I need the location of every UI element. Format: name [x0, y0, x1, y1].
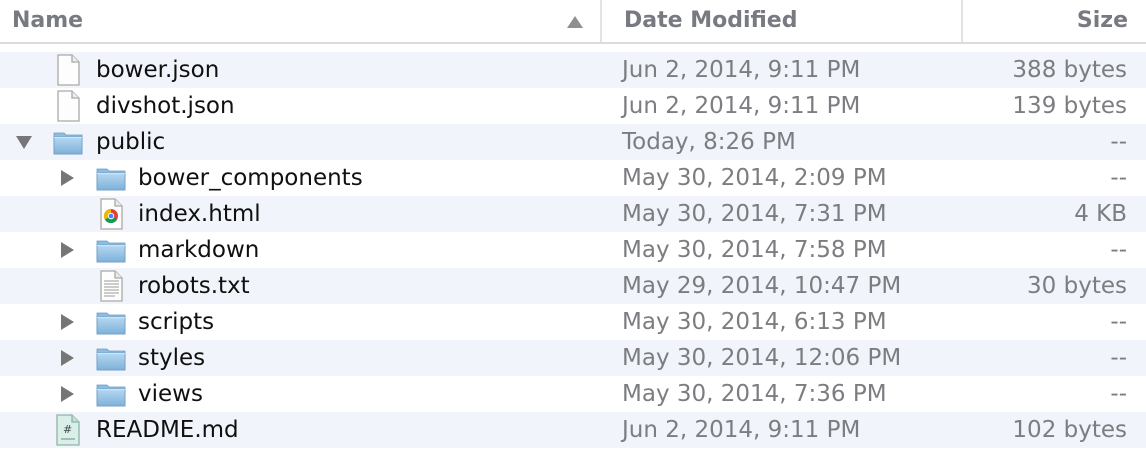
- item-name: divshot.json: [96, 93, 235, 119]
- item-size: --: [1110, 165, 1127, 191]
- disclosure-triangle-collapsed-icon[interactable]: [57, 376, 77, 412]
- folder-icon: [95, 378, 127, 410]
- folder-row[interactable]: bower_components May 30, 2014, 2:09 PM --: [0, 160, 1146, 196]
- column-header-name[interactable]: Name: [0, 0, 600, 42]
- file-row[interactable]: divshot.json Jun 2, 2014, 9:11 PM 139 byte…: [0, 88, 1146, 124]
- item-name: index.html: [138, 201, 261, 227]
- folder-icon: [52, 126, 84, 158]
- item-size: --: [1110, 129, 1127, 155]
- folder-row[interactable]: public Today, 8:26 PM --: [0, 124, 1146, 160]
- item-name: markdown: [138, 237, 260, 263]
- item-size: --: [1110, 309, 1127, 335]
- column-header-bar: Name Date Modified Size: [0, 0, 1146, 44]
- folder-icon: [95, 234, 127, 266]
- document-icon: [52, 90, 84, 122]
- markdown-file-icon: #: [52, 414, 84, 446]
- file-row[interactable]: # README.md Jun 2, 2014, 9:11 PM 102 bytes: [0, 412, 1146, 448]
- document-icon: [52, 54, 84, 86]
- file-list: bower.json Jun 2, 2014, 9:11 PM 388 bytes d…: [0, 52, 1146, 448]
- item-date-modified: May 30, 2014, 7:36 PM: [622, 381, 887, 407]
- disclosure-triangle-collapsed-icon[interactable]: [57, 340, 77, 376]
- disclosure-triangle-collapsed-icon[interactable]: [57, 160, 77, 196]
- html-file-icon: [95, 198, 127, 230]
- svg-text:#: #: [63, 423, 72, 436]
- item-name: bower_components: [138, 165, 363, 191]
- column-header-size[interactable]: Size: [961, 0, 1146, 42]
- folder-row[interactable]: scripts May 30, 2014, 6:13 PM --: [0, 304, 1146, 340]
- folder-icon: [95, 306, 127, 338]
- item-date-modified: May 30, 2014, 6:13 PM: [622, 309, 887, 335]
- column-header-date-modified[interactable]: Date Modified: [600, 0, 961, 42]
- item-name: scripts: [138, 309, 215, 335]
- folder-icon: [95, 342, 127, 374]
- item-date-modified: Jun 2, 2014, 9:11 PM: [622, 93, 861, 119]
- item-date-modified: May 30, 2014, 2:09 PM: [622, 165, 887, 191]
- item-date-modified: Today, 8:26 PM: [622, 129, 796, 155]
- folder-row[interactable]: styles May 30, 2014, 12:06 PM --: [0, 340, 1146, 376]
- folder-icon: [95, 162, 127, 194]
- item-size: 4 KB: [1074, 201, 1127, 227]
- item-name: robots.txt: [138, 273, 250, 299]
- item-date-modified: May 30, 2014, 7:31 PM: [622, 201, 887, 227]
- item-date-modified: May 30, 2014, 7:58 PM: [622, 237, 887, 263]
- item-size: --: [1110, 237, 1127, 263]
- item-name: README.md: [96, 417, 239, 443]
- item-size: --: [1110, 381, 1127, 407]
- text-file-icon: [95, 270, 127, 302]
- item-name: bower.json: [96, 57, 220, 83]
- disclosure-triangle-collapsed-icon[interactable]: [57, 304, 77, 340]
- file-row[interactable]: index.html May 30, 2014, 7:31 PM 4 KB: [0, 196, 1146, 232]
- file-row[interactable]: bower.json Jun 2, 2014, 9:11 PM 388 bytes: [0, 52, 1146, 88]
- disclosure-triangle-collapsed-icon[interactable]: [57, 232, 77, 268]
- sort-ascending-icon: [567, 16, 583, 28]
- item-date-modified: Jun 2, 2014, 9:11 PM: [622, 57, 861, 83]
- folder-row[interactable]: views May 30, 2014, 7:36 PM --: [0, 376, 1146, 412]
- item-name: views: [138, 381, 203, 407]
- item-size: --: [1110, 345, 1127, 371]
- item-size: 102 bytes: [1012, 417, 1127, 443]
- item-date-modified: May 30, 2014, 12:06 PM: [622, 345, 902, 371]
- item-size: 30 bytes: [1027, 273, 1127, 299]
- item-size: 388 bytes: [1012, 57, 1127, 83]
- disclosure-triangle-expanded-icon[interactable]: [14, 124, 34, 160]
- item-date-modified: Jun 2, 2014, 9:11 PM: [622, 417, 861, 443]
- folder-row[interactable]: markdown May 30, 2014, 7:58 PM --: [0, 232, 1146, 268]
- finder-list-view: Name Date Modified Size bower.json Jun 2,…: [0, 0, 1146, 472]
- item-size: 139 bytes: [1012, 93, 1127, 119]
- item-name: public: [96, 129, 166, 155]
- file-row[interactable]: robots.txt May 29, 2014, 10:47 PM 30 bytes: [0, 268, 1146, 304]
- item-date-modified: May 29, 2014, 10:47 PM: [622, 273, 902, 299]
- item-name: styles: [138, 345, 206, 371]
